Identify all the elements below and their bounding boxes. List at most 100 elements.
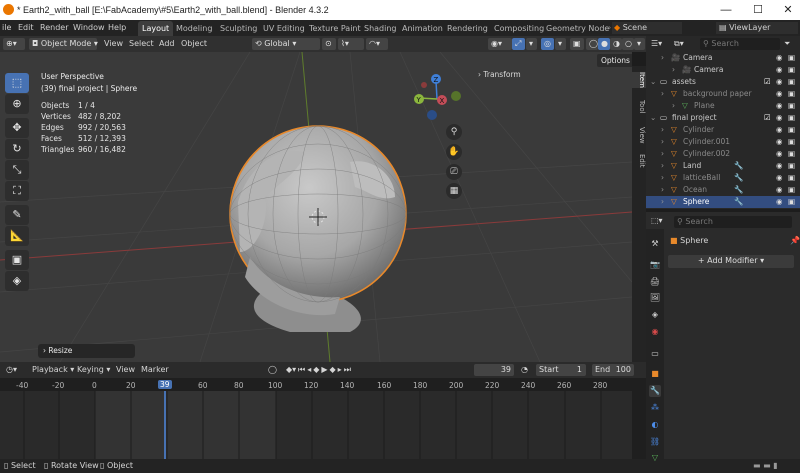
maximize-button[interactable]: ☐ [746, 2, 770, 18]
render-camera-icon[interactable]: ▣ [788, 113, 795, 122]
add-mesh-tool-icon[interactable]: ◈ [5, 271, 29, 291]
preview-range-icon[interactable]: ◔ [521, 365, 528, 374]
visibility-eye-icon[interactable]: ◉ [776, 161, 783, 170]
transform-orientation-dropdown[interactable]: ⟲ Global ▾ [252, 38, 320, 50]
constraint-properties-icon[interactable]: ⛓ [649, 436, 661, 448]
render-camera-icon[interactable]: ▣ [788, 101, 795, 110]
collection-checkbox-icon[interactable]: ☑ [764, 113, 771, 122]
outliner-search-input[interactable]: ⚲ Search [700, 38, 780, 50]
expand-icon[interactable]: › [661, 137, 664, 146]
add-modifier-button[interactable]: + Add Modifier ▾ [668, 255, 794, 268]
snap-icon[interactable]: ⌇▾ [338, 38, 364, 50]
outliner-row[interactable]: › ▽ Cylinder ◉ ▣ [646, 124, 800, 136]
visibility-eye-icon[interactable]: ◉ [776, 101, 783, 110]
workspace-tab-sculpting[interactable]: Sculpting [216, 21, 261, 36]
outliner-row[interactable]: › 🎥 Camera ◉ ▣ [646, 64, 800, 76]
render-properties-icon[interactable]: 📷 [649, 259, 661, 271]
timeline-track-area[interactable] [0, 391, 632, 459]
visibility-eye-icon[interactable]: ◉ [776, 89, 783, 98]
render-camera-icon[interactable]: ▣ [788, 125, 795, 134]
expand-icon[interactable]: › [661, 173, 664, 182]
workspace-tab-animation[interactable]: Animation [398, 21, 447, 36]
outliner-row[interactable]: ⌄ ▭ assets ◉ ▣ ☑ [646, 76, 800, 88]
workspace-tab-rendering[interactable]: Rendering [443, 21, 492, 36]
expand-icon[interactable]: › [661, 125, 664, 134]
render-camera-icon[interactable]: ▣ [788, 173, 795, 182]
tool-properties-icon[interactable]: ⚒ [649, 238, 661, 250]
menu-render[interactable]: Render [40, 23, 68, 32]
visibility-icon[interactable]: ◉▾ [488, 38, 512, 50]
transform-panel-toggle[interactable]: › Transform [478, 70, 521, 79]
view-layer-selector[interactable]: ▤ ViewLayer [716, 22, 798, 34]
render-camera-icon[interactable]: ▣ [788, 137, 795, 146]
expand-icon[interactable]: ⌄ [650, 113, 656, 122]
rotate-tool-icon[interactable]: ↻ [5, 139, 29, 159]
expand-icon[interactable]: › [672, 65, 675, 74]
world-properties-icon[interactable]: ◉ [649, 326, 661, 338]
timeline-menu-marker[interactable]: Marker [141, 365, 169, 374]
sphere-object[interactable] [229, 125, 407, 332]
collection-properties-icon[interactable]: ▭ [649, 348, 661, 360]
visibility-eye-icon[interactable]: ◉ [776, 185, 783, 194]
properties-search-input[interactable]: ⚲ Search [674, 216, 792, 228]
outliner-row[interactable]: › ▽ background paper ◉ ▣ [646, 88, 800, 100]
expand-icon[interactable]: › [661, 89, 664, 98]
render-camera-icon[interactable]: ▣ [788, 149, 795, 158]
expand-icon[interactable]: › [672, 101, 675, 110]
xray-icon[interactable]: ▣ [570, 38, 584, 50]
shading-dropdown-icon[interactable]: ▾ [634, 38, 645, 50]
workspace-tab-layout[interactable]: Layout [138, 21, 174, 36]
data-properties-icon[interactable]: ▽ [649, 452, 661, 464]
render-camera-icon[interactable]: ▣ [788, 77, 795, 86]
3d-viewport[interactable]: Z Y X ⚲ ✋ ⎚ ▦ User Perspective (39) fina… [0, 52, 632, 362]
properties-editor-type-icon[interactable]: ⬚▾ [651, 216, 663, 225]
auto-keying-icon[interactable]: ◯ [268, 365, 277, 374]
measure-tool-icon[interactable]: 📐 [5, 226, 29, 246]
playback-controls-icon[interactable]: ⏮◂◆▶◆▸⏭ [298, 365, 353, 375]
add-cube-tool-icon[interactable]: ▣ [5, 250, 29, 270]
annotate-tool-icon[interactable]: ✎ [5, 205, 29, 225]
timeline-menu-view[interactable]: View [116, 365, 135, 374]
expand-icon[interactable]: › [661, 161, 664, 170]
workspace-tab-texture-paint[interactable]: Texture Paint [305, 21, 365, 36]
sidebar-tab-edit[interactable]: Edit [632, 154, 646, 168]
collection-checkbox-icon[interactable]: ☑ [764, 77, 771, 86]
navigation-gizmo[interactable]: Z Y X [414, 74, 461, 120]
sidebar-tab-tool[interactable]: Tool [632, 100, 646, 114]
workspace-tab-uv-editing[interactable]: UV Editing [259, 21, 309, 36]
visibility-eye-icon[interactable]: ◉ [776, 197, 783, 206]
outliner-row[interactable]: › ▽ Ocean ◉ ▣ 🔧 [646, 184, 800, 196]
workspace-scroll-icon[interactable]: › [608, 23, 611, 32]
expand-icon[interactable]: ⌄ [650, 77, 656, 86]
perspective-grid-icon[interactable]: ▦ [446, 183, 462, 199]
workspace-tab-geometry-nodes[interactable]: Geometry Node [542, 21, 613, 36]
move-tool-icon[interactable]: ✥ [5, 118, 29, 138]
minimize-button[interactable]: — [714, 2, 738, 18]
outliner-row[interactable]: › ▽ Plane ◉ ▣ [646, 100, 800, 112]
output-properties-icon[interactable]: 🖨 [649, 276, 661, 288]
pan-hand-icon[interactable]: ✋ [446, 144, 462, 160]
outliner-row[interactable]: › ▽ Sphere ◉ ▣ 🔧 [646, 196, 800, 208]
end-frame-field[interactable]: End 100 [592, 364, 634, 376]
visibility-eye-icon[interactable]: ◉ [776, 149, 783, 158]
outliner-row[interactable]: › ▽ latticeBall ◉ ▣ 🔧 [646, 172, 800, 184]
wireframe-shading-icon[interactable]: ◯ [586, 38, 598, 50]
workspace-tab-shading[interactable]: Shading [360, 21, 401, 36]
scene-selector[interactable]: ◆ Scene [612, 22, 682, 34]
keyframe-icon[interactable]: ◆▾ [286, 365, 296, 374]
view-layer-properties-icon[interactable]: 🖼 [649, 292, 661, 304]
options-dropdown[interactable]: Options ▾ [597, 54, 632, 67]
menu-edit[interactable]: Edit [18, 23, 34, 32]
menu-window[interactable]: Window [73, 23, 105, 32]
timeline-menu-keying[interactable]: Keying ▾ [77, 365, 110, 374]
outliner-row[interactable]: ⌄ ▭ final project ◉ ▣ ☑ [646, 112, 800, 124]
visibility-eye-icon[interactable]: ◉ [776, 173, 783, 182]
timeline-editor-type-icon[interactable]: ◷▾ [6, 365, 17, 374]
physics-properties-icon[interactable]: ◐ [649, 419, 661, 431]
menu-help[interactable]: Help [108, 23, 126, 32]
expand-icon[interactable]: › [661, 53, 664, 62]
visibility-eye-icon[interactable]: ◉ [776, 53, 783, 62]
particles-properties-icon[interactable]: ⁂ [649, 402, 661, 414]
sidebar-tab-item[interactable]: Item [632, 72, 646, 88]
render-camera-icon[interactable]: ▣ [788, 89, 795, 98]
